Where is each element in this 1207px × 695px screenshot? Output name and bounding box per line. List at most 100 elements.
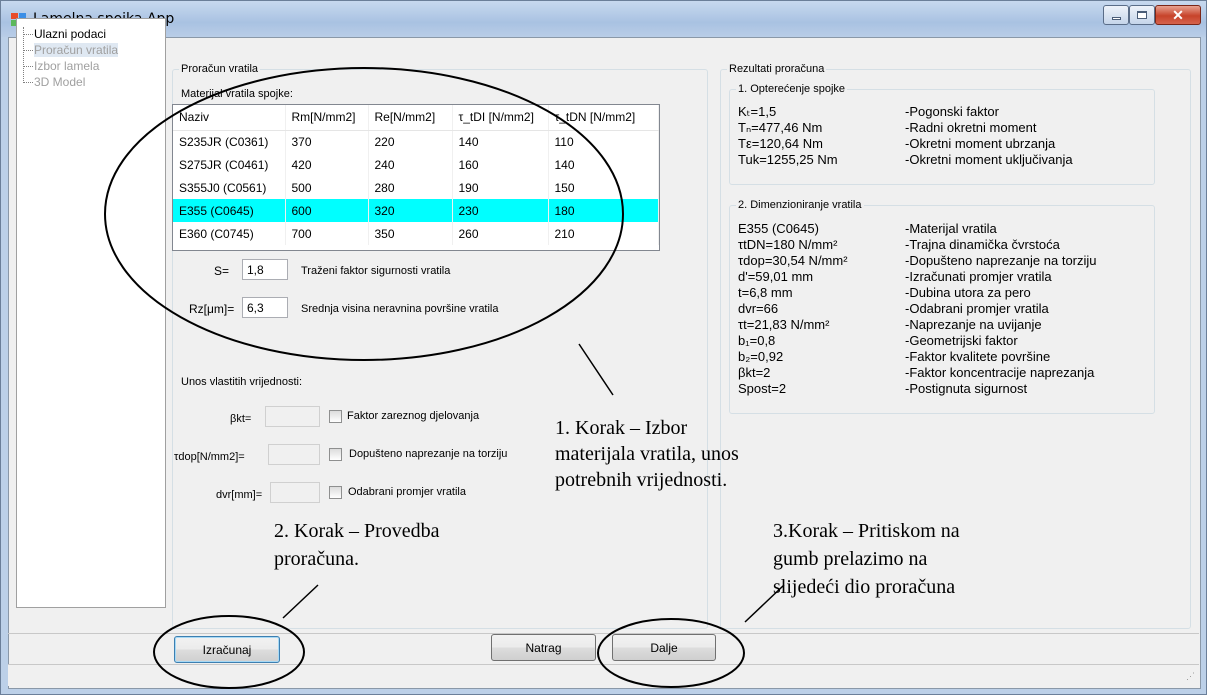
minimize-icon <box>1111 16 1121 20</box>
calculate-button[interactable]: Izračunaj <box>174 636 280 663</box>
table-cell: 230 <box>452 199 549 222</box>
tau-dop-checkbox[interactable] <box>329 448 342 461</box>
result-value: τdop=30,54 N/mm² <box>738 253 848 268</box>
table-cell: 600 <box>285 199 369 222</box>
result-desc: -Izračunati promjer vratila <box>905 269 1052 284</box>
tau-dop-input[interactable] <box>268 444 320 465</box>
annotation-step1-line2: materijala vratila, unos <box>555 443 739 465</box>
result-desc: -Trajna dinamička čvrstoća <box>905 237 1060 252</box>
tau-dop-check-label: Dopušteno naprezanje na torziju <box>349 448 508 460</box>
roughness-input[interactable]: 6,3 <box>242 297 288 318</box>
table-cell: E360 (C0745) <box>173 222 286 245</box>
table-row-selected[interactable]: E355 (C0645) 600 320 230 180 <box>173 199 659 222</box>
dvr-label: dvr[mm]= <box>216 489 263 501</box>
dvr-checkbox[interactable] <box>329 486 342 499</box>
table-row[interactable]: S355J0 (C0561) 500 280 190 150 <box>173 176 659 199</box>
maximize-button[interactable] <box>1129 5 1155 25</box>
table-cell: 210 <box>548 222 659 245</box>
safety-factor-label: S= <box>214 264 230 278</box>
custom-values-title: Unos vlastitih vrijednosti: <box>181 376 303 388</box>
table-cell: 350 <box>368 222 453 245</box>
annotation-step3-line2: gumb prelazimo na <box>773 548 928 570</box>
result-desc: -Odabrani promjer vratila <box>905 301 1049 316</box>
table-cell: 110 <box>548 130 659 153</box>
results-section-1-title: 1. Opterećenje spojke <box>736 82 848 96</box>
table-cell: 150 <box>548 176 659 199</box>
result-value: Tuk=1255,25 Nm <box>738 152 838 167</box>
result-desc: -Naprezanje na uvijanje <box>905 317 1042 332</box>
table-cell: 500 <box>285 176 369 199</box>
table-cell: E355 (C0645) <box>173 199 286 222</box>
table-cell: S355J0 (C0561) <box>173 176 286 199</box>
column-header[interactable]: Re[N/mm2] <box>368 105 453 131</box>
table-cell: S275JR (C0461) <box>173 153 286 176</box>
material-table[interactable]: Naziv Rm[N/mm2] Re[N/mm2] τ_tDI [N/mm2] … <box>172 104 660 251</box>
table-cell: 700 <box>285 222 369 245</box>
title-bar[interactable]: Lamelna spojka App ✕ <box>1 1 1206 37</box>
table-cell: 140 <box>548 153 659 176</box>
back-button[interactable]: Natrag <box>491 634 596 661</box>
tau-dop-label: τdop[N/mm2]= <box>174 451 245 463</box>
result-value: d'=59,01 mm <box>738 269 814 284</box>
annotation-step2-line1: 2. Korak – Provedba <box>274 520 440 542</box>
result-desc: -Faktor koncentracije naprezanja <box>905 365 1095 380</box>
result-desc: -Faktor kvalitete površine <box>905 349 1051 364</box>
results-section-2-title: 2. Dimenzioniranje vratila <box>736 198 864 212</box>
maximize-icon <box>1137 11 1147 19</box>
tree-item-label: Ulazni podaci <box>34 27 107 41</box>
result-value: Spost=2 <box>738 381 787 396</box>
table-header-row: Naziv Rm[N/mm2] Re[N/mm2] τ_tDI [N/mm2] … <box>173 105 659 131</box>
result-value: Tₙ=477,46 Nm <box>738 120 823 135</box>
table-row[interactable]: S235JR (C0361) 370 220 140 110 <box>173 130 659 153</box>
result-desc: -Pogonski faktor <box>905 104 999 119</box>
result-desc: -Okretni moment ubrzanja <box>905 136 1056 151</box>
tree-item-label: 3D Model <box>34 75 86 89</box>
result-value: t=6,8 mm <box>738 285 793 300</box>
table-row[interactable]: E360 (C0745) 700 350 260 210 <box>173 222 659 245</box>
annotation-step2-line2: proračuna. <box>274 548 359 570</box>
result-value: Kₜ=1,5 <box>738 104 777 119</box>
table-row[interactable]: S275JR (C0461) 420 240 160 140 <box>173 153 659 176</box>
calc-group-title: Proračun vratila <box>179 62 261 76</box>
table-cell: 240 <box>368 153 453 176</box>
close-button[interactable]: ✕ <box>1155 5 1201 25</box>
beta-kt-input[interactable] <box>265 406 320 427</box>
beta-kt-label: βkt= <box>230 413 252 425</box>
tree-item-label: Proračun vratila <box>34 43 119 57</box>
table-cell: 140 <box>452 130 549 153</box>
table-cell: 370 <box>285 130 369 153</box>
result-value: βkt=2 <box>738 365 771 380</box>
column-header[interactable]: Naziv <box>173 105 286 131</box>
table-cell: 190 <box>452 176 549 199</box>
status-bar: ⋰ <box>8 664 1199 686</box>
table-cell: 160 <box>452 153 549 176</box>
table-cell: 320 <box>368 199 453 222</box>
result-value: Tε=120,64 Nm <box>738 136 823 151</box>
annotation-step3-line1: 3.Korak – Pritiskom na <box>773 520 960 542</box>
annotation-step3-line3: slijedeći dio proračuna <box>773 576 956 598</box>
minimize-button[interactable] <box>1103 5 1129 25</box>
table-cell: 220 <box>368 130 453 153</box>
column-header[interactable]: τ_tDN [N/mm2] <box>548 105 659 131</box>
result-desc: -Geometrijski faktor <box>905 333 1018 348</box>
safety-factor-input[interactable]: 1,8 <box>242 259 288 280</box>
result-value: dvr=66 <box>738 301 779 316</box>
column-header[interactable]: Rm[N/mm2] <box>285 105 369 131</box>
resize-grip-icon[interactable]: ⋰ <box>1186 671 1195 682</box>
annotation-step1-line3: potrebnih vrijednosti. <box>555 469 728 491</box>
dvr-input[interactable] <box>270 482 320 503</box>
table-cell: 260 <box>452 222 549 245</box>
beta-kt-check-label: Faktor zareznog djelovanja <box>347 410 480 422</box>
next-button[interactable]: Dalje <box>612 634 716 661</box>
close-icon: ✕ <box>1172 6 1184 23</box>
column-header[interactable]: τ_tDI [N/mm2] <box>452 105 549 131</box>
result-desc: -Postignuta sigurnost <box>905 381 1028 396</box>
result-desc: -Dubina utora za pero <box>905 285 1031 300</box>
navigation-tree[interactable]: Ulazni podaci Proračun vratila Izbor lam… <box>16 18 166 608</box>
tree-connector <box>23 27 24 83</box>
results-group-title: Rezultati proračuna <box>727 62 827 76</box>
table-cell: 180 <box>548 199 659 222</box>
beta-kt-checkbox[interactable] <box>329 410 342 423</box>
result-desc: -Materijal vratila <box>905 221 997 236</box>
table-cell: 280 <box>368 176 453 199</box>
